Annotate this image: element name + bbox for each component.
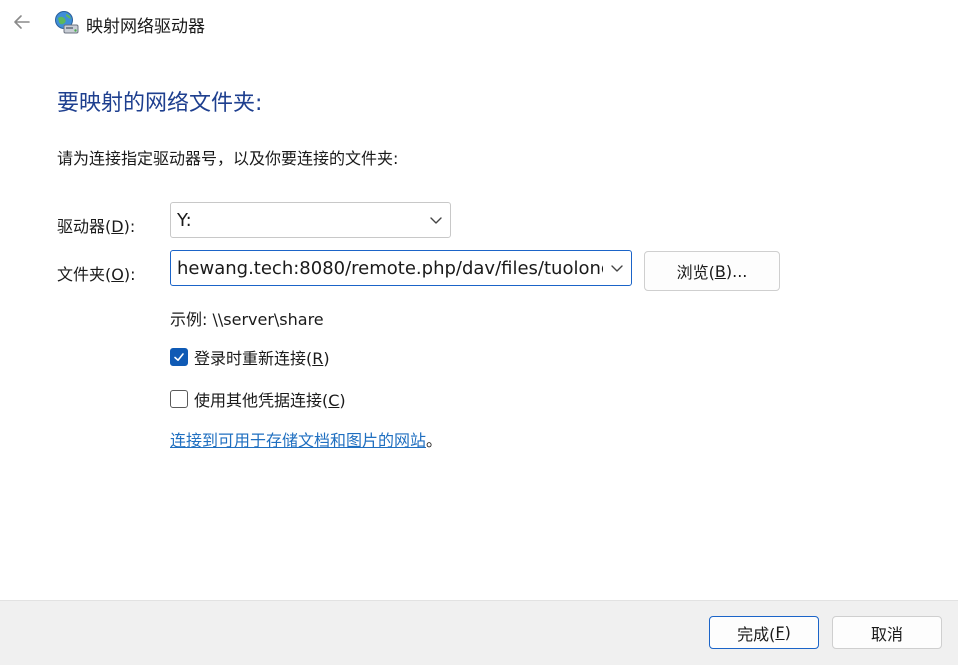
finish-button[interactable]: 完成(F) <box>709 616 819 649</box>
example-text: 示例: \\server\share <box>170 310 324 329</box>
reconnect-label: 登录时重新连接(R) <box>194 349 330 368</box>
arrow-left-icon <box>14 15 30 29</box>
reconnect-at-signin-option[interactable]: 登录时重新连接(R) <box>170 345 330 369</box>
other-credentials-label: 使用其他凭据连接(C) <box>194 391 346 410</box>
reconnect-checkbox[interactable] <box>170 348 188 366</box>
page-heading: 要映射的网络文件夹: <box>57 91 263 116</box>
website-link-row: 连接到可用于存储文档和图片的网站。 <box>170 427 442 451</box>
folder-label: 文件夹(O): <box>57 265 136 284</box>
cancel-button[interactable]: 取消 <box>832 616 942 649</box>
checkmark-icon <box>174 353 184 361</box>
drive-select[interactable]: Y: <box>170 202 451 238</box>
drive-label: 驱动器(D): <box>57 217 136 236</box>
drive-select-value: Y: <box>177 209 192 231</box>
chevron-down-icon[interactable] <box>603 251 631 285</box>
browse-button[interactable]: 浏览(B)... <box>644 251 780 291</box>
network-drive-icon <box>54 10 80 36</box>
other-credentials-option[interactable]: 使用其他凭据连接(C) <box>170 387 346 411</box>
other-credentials-checkbox[interactable] <box>170 390 188 408</box>
back-button[interactable] <box>8 8 36 36</box>
chevron-down-icon <box>422 203 450 237</box>
window-title: 映射网络驱动器 <box>86 17 205 37</box>
folder-combo-input[interactable]: hewang.tech:8080/remote.php/dav/files/tu… <box>170 250 632 286</box>
connect-website-link[interactable]: 连接到可用于存储文档和图片的网站 <box>170 431 426 450</box>
folder-path-value: hewang.tech:8080/remote.php/dav/files/tu… <box>177 257 603 279</box>
instruction-text: 请为连接指定驱动器号，以及你要连接的文件夹: <box>57 149 399 168</box>
link-trailing-punct: 。 <box>426 431 443 450</box>
